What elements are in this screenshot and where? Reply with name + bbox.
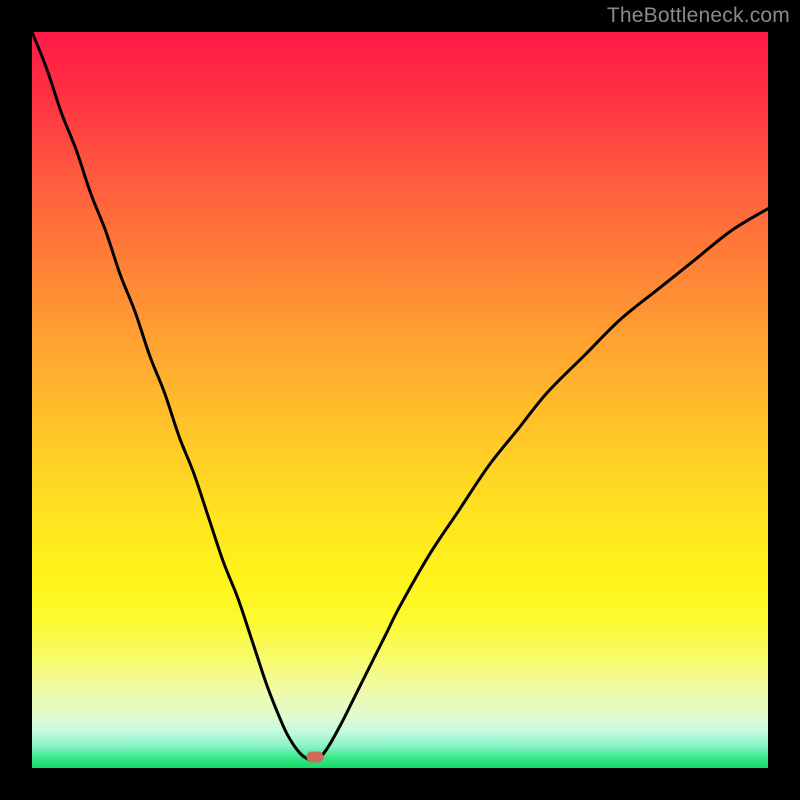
bottleneck-marker bbox=[307, 751, 324, 762]
watermark-text: TheBottleneck.com bbox=[607, 4, 790, 28]
chart-outer-frame: TheBottleneck.com bbox=[0, 0, 800, 800]
chart-plot-area bbox=[32, 32, 768, 768]
bottleneck-curve bbox=[32, 32, 768, 768]
